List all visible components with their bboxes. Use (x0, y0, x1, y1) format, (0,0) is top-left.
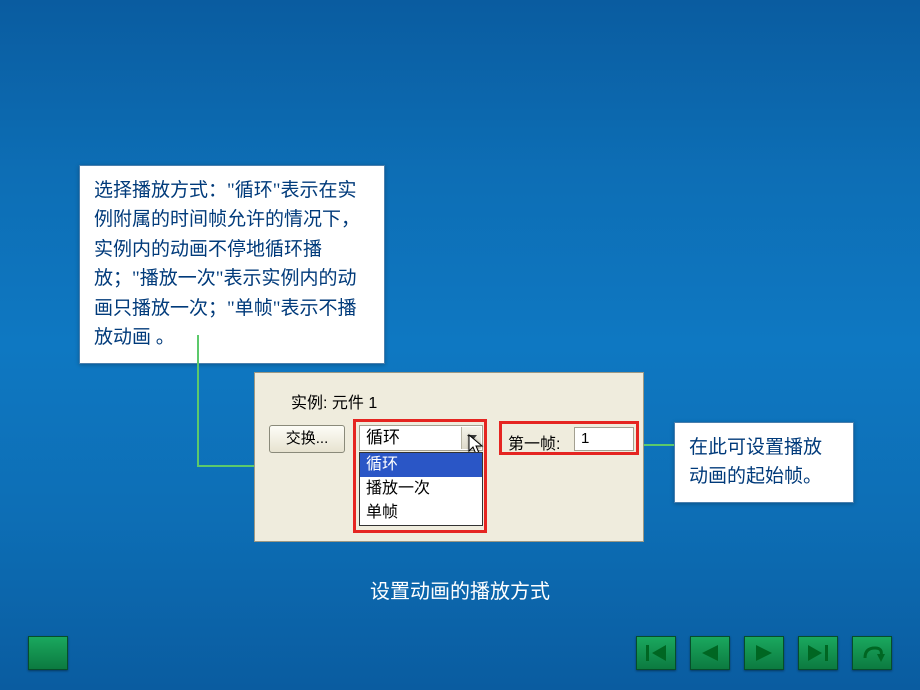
swap-button-label: 交换... (286, 430, 329, 447)
loop-combobox[interactable]: 循环 (359, 425, 483, 451)
swap-button[interactable]: 交换... (269, 425, 345, 453)
properties-panel: 实例: 元件 1 交换... 循环 循环 播放一次 单帧 第一帧: 1 (254, 372, 644, 542)
loop-option-loop[interactable]: 循环 (360, 453, 482, 477)
last-icon (806, 643, 830, 663)
chevron-down-icon[interactable] (461, 427, 481, 449)
next-icon (752, 643, 776, 663)
first-frame-input[interactable]: 1 (574, 427, 634, 451)
nav-placeholder (28, 636, 68, 670)
callout-play-mode-text: 选择播放方式："循环"表示在实例附属的时间帧允许的情况下，实例内的动画不停地循环… (94, 180, 360, 348)
highlight-loop-box: 循环 循环 播放一次 单帧 (353, 419, 487, 533)
instance-row: 实例: 元件 1 (291, 389, 377, 413)
leader-line (197, 465, 254, 467)
loop-option-once[interactable]: 播放一次 (360, 477, 482, 501)
instance-name: 元件 1 (332, 395, 377, 412)
first-icon (644, 643, 668, 663)
slide-caption: 设置动画的播放方式 (0, 575, 920, 604)
leader-line (197, 335, 199, 465)
instance-label: 实例: (291, 395, 327, 412)
nav-bar (636, 636, 892, 670)
nav-last-button[interactable] (798, 636, 838, 670)
nav-first-button[interactable] (636, 636, 676, 670)
highlight-first-frame-box: 第一帧: 1 (499, 421, 639, 455)
loop-selected-value: 循环 (366, 428, 400, 447)
first-frame-label: 第一帧: (508, 430, 560, 454)
nav-prev-button[interactable] (690, 636, 730, 670)
return-icon (859, 642, 885, 664)
loop-dropdown[interactable]: 循环 播放一次 单帧 (359, 452, 483, 526)
nav-next-button[interactable] (744, 636, 784, 670)
callout-play-mode: 选择播放方式："循环"表示在实例附属的时间帧允许的情况下，实例内的动画不停地循环… (79, 165, 385, 364)
prev-icon (698, 643, 722, 663)
callout-first-frame: 在此可设置播放动画的起始帧。 (674, 422, 854, 503)
leader-line (642, 444, 674, 446)
callout-first-frame-text: 在此可设置播放动画的起始帧。 (689, 437, 822, 487)
first-frame-value: 1 (581, 430, 589, 447)
loop-option-single[interactable]: 单帧 (360, 501, 482, 525)
nav-return-button[interactable] (852, 636, 892, 670)
